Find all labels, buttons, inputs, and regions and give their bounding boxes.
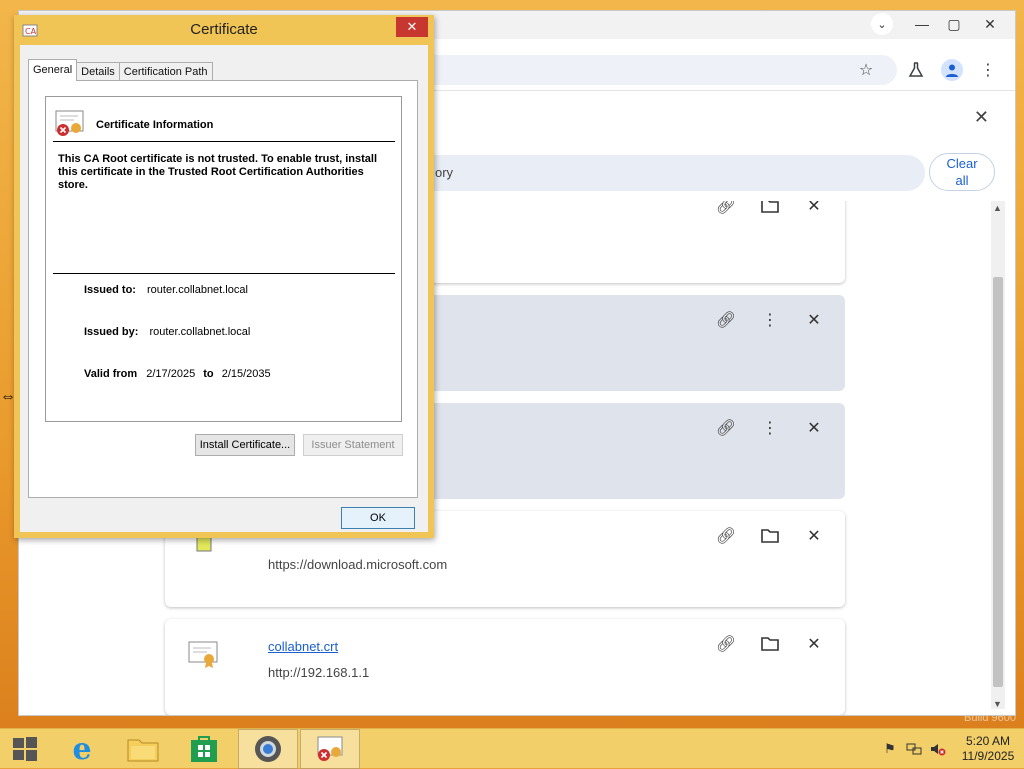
issued-by-row: Issued by: router.collabnet.local [84,326,250,338]
taskbar-store[interactable] [174,729,234,769]
start-button[interactable] [0,729,50,769]
link-icon[interactable]: 🔗︎ [715,309,737,331]
install-certificate-button[interactable]: Install Certificate... [195,434,295,456]
store-icon [191,736,217,762]
folder-icon[interactable] [759,525,781,547]
issued-by-label: Issued by: [84,326,139,338]
dialog-tabs: General Details Certification Path [28,59,213,81]
valid-from-label: Valid from [84,368,138,380]
valid-to-value: 2/15/2035 [221,368,271,380]
issued-to-label: Issued to: [84,284,136,296]
certificate-file-icon [187,639,221,669]
download-filename-link[interactable]: collabnet.crt [268,639,338,654]
download-url: https://download.microsoft.com [268,557,448,572]
search-placeholder-fragment: ory [435,165,454,180]
more-vert-icon[interactable]: ⋮ [759,417,781,439]
validity-row: Valid from 2/17/2025 to 2/15/2035 [84,368,271,380]
folder-icon[interactable] [759,201,781,217]
action-center-flag-icon[interactable]: ⚑ [880,740,900,758]
download-item: collabnet.crt http://192.168.1.1 🔗︎ ✕ [165,619,845,715]
divider [53,273,395,274]
certificate-dialog: CA Certificate ✕ General Details Certifi… [14,15,434,538]
close-icon[interactable]: ✕ [803,309,825,331]
vertical-scrollbar[interactable]: ▲ ▼ [991,201,1005,709]
general-tab-panel: Certificate Information This CA Root cer… [28,80,418,498]
close-icon[interactable]: ✕ [803,201,825,217]
download-url: http://192.168.1.1 [268,665,370,680]
volume-muted-icon[interactable] [928,740,948,758]
taskbar-certificate[interactable] [300,729,360,769]
system-clock[interactable]: 5:20 AM 11/9/2025 [952,734,1024,764]
valid-to-label: to [203,368,214,380]
certificate-info-box: Certificate Information This CA Root cer… [45,96,402,422]
ok-button[interactable]: OK [341,507,415,529]
taskbar-file-explorer[interactable] [113,729,173,769]
divider [53,141,395,142]
clear-all-button[interactable]: Clear all [929,153,995,191]
link-icon[interactable]: 🔗︎ [715,525,737,547]
dialog-titlebar: CA Certificate ✕ [14,15,434,45]
certificate-icon [317,736,343,761]
dialog-close-button[interactable]: ✕ [396,17,428,37]
labs-flask-icon[interactable] [905,59,927,81]
untrusted-certificate-icon [54,109,86,139]
tab-certification-path[interactable]: Certification Path [118,62,213,81]
clock-date: 11/9/2025 [961,749,1015,763]
link-icon[interactable]: 🔗︎ [715,201,737,217]
taskbar: e ⚑ 5:20 AM 11/9/2025 [0,728,1024,769]
certificate-info-heading: Certificate Information [96,119,214,131]
issued-to-row: Issued to: router.collabnet.local [84,284,248,296]
minimize-button[interactable]: — [905,11,939,37]
taskbar-internet-explorer[interactable]: e [52,729,112,769]
issued-to-value: router.collabnet.local [147,284,248,296]
dialog-body: General Details Certification Path Certi… [20,45,428,532]
tab-search-button[interactable]: ⌄ [865,11,899,37]
taskbar-chrome[interactable] [238,729,298,769]
maximize-button[interactable]: ▢ [937,11,971,37]
more-menu-icon[interactable]: ⋮ [977,59,999,81]
clock-time: 5:20 AM [965,734,1011,748]
tab-details[interactable]: Details [76,62,120,81]
valid-from-value: 2/17/2025 [146,368,196,380]
chrome-icon [255,736,281,762]
internet-explorer-icon: e [72,731,92,767]
profile-avatar-icon[interactable] [941,59,963,81]
close-icon[interactable]: ✕ [803,525,825,547]
window-close-button[interactable]: ✕ [973,11,1007,37]
folder-icon [127,739,159,762]
close-search-icon[interactable]: ✕ [974,107,989,128]
network-icon[interactable] [904,740,924,758]
trust-warning-text: This CA Root certificate is not trusted.… [58,153,378,191]
issued-by-value: router.collabnet.local [149,326,251,338]
close-icon[interactable]: ✕ [803,417,825,439]
close-icon[interactable]: ✕ [803,633,825,655]
tab-general[interactable]: General [28,59,78,81]
system-tray: ⚑ 5:20 AM 11/9/2025 [880,729,1024,769]
folder-icon[interactable] [759,633,781,655]
close-icon: ✕ [406,19,418,34]
link-icon[interactable]: 🔗︎ [715,417,737,439]
resize-cursor-icon: ⇔ [0,388,16,405]
scroll-up-arrow-icon[interactable]: ▲ [993,203,1002,213]
link-icon[interactable]: 🔗︎ [715,633,737,655]
chevron-down-icon: ⌄ [871,13,893,35]
scrollbar-thumb[interactable] [993,277,1003,687]
issuer-statement-button: Issuer Statement [303,434,403,456]
windows-logo-icon [13,737,37,761]
bookmark-star-icon[interactable]: ☆ [855,59,877,81]
dialog-title: Certificate [190,21,258,38]
more-vert-icon[interactable]: ⋮ [759,309,781,331]
scroll-down-arrow-icon[interactable]: ▼ [993,699,1002,709]
